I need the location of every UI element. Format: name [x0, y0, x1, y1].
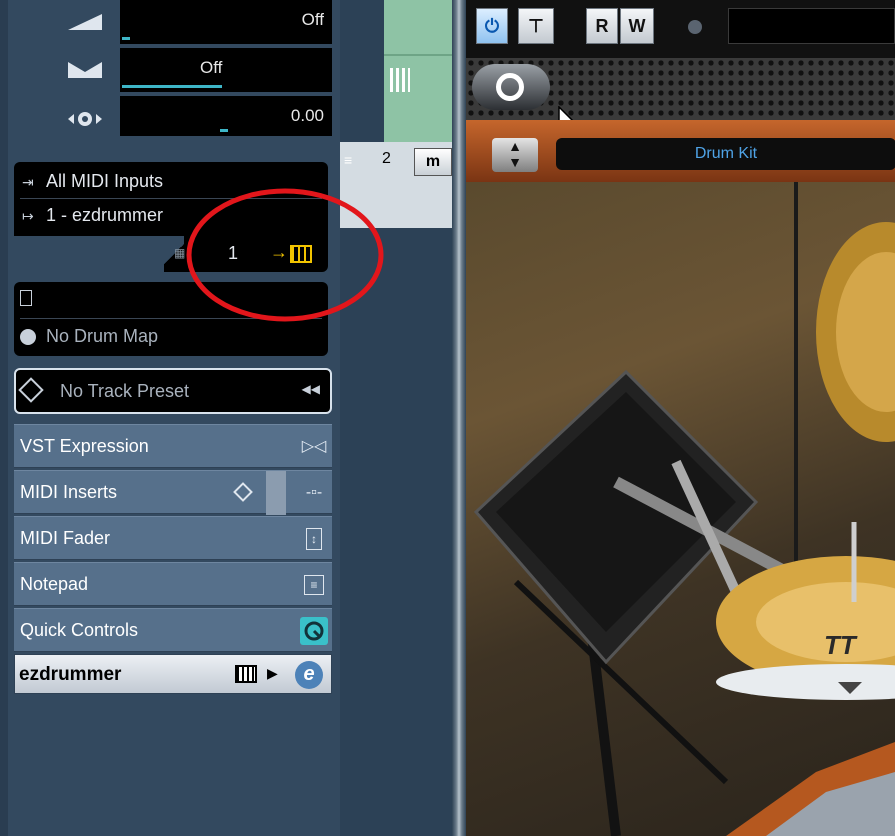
section-quick-controls[interactable]: Quick Controls	[14, 608, 332, 652]
bypass-icon[interactable]	[233, 482, 253, 502]
volume-icon	[68, 14, 102, 35]
section-midi-fader[interactable]: MIDI Fader ↕	[14, 516, 332, 560]
notepad-icon: ≡	[300, 571, 328, 599]
expand-arrow-icon[interactable]: ▶	[267, 665, 278, 682]
piano-roll-icon	[390, 68, 410, 92]
expression-icon: ▷◁	[301, 438, 327, 455]
volume-row: Off	[8, 0, 332, 46]
activity-led-icon	[688, 20, 702, 34]
section-vst-expression[interactable]: VST Expression ▷◁	[14, 424, 332, 468]
pan-slider[interactable]	[122, 85, 222, 88]
delay-slider[interactable]	[220, 129, 228, 132]
section-notepad[interactable]: Notepad ≡	[14, 562, 332, 606]
bypass-button[interactable]: ⊤	[518, 8, 554, 44]
section-label: VST Expression	[20, 436, 149, 456]
plugin-toolbar: ⏻ ⊤ R W	[466, 0, 895, 58]
inspector-edge	[0, 0, 8, 836]
channel-cutout	[14, 236, 164, 272]
section-label: Quick Controls	[20, 620, 139, 640]
volume-value: Off	[301, 10, 324, 29]
logo-ring	[496, 73, 524, 101]
instrument-row[interactable]: ezdrummer ▶ e	[14, 654, 332, 694]
track-1-divider	[384, 54, 452, 56]
mute-button[interactable]: m	[414, 148, 452, 176]
edit-instrument-icon[interactable]: e	[295, 661, 323, 689]
input-icon: ⇥	[22, 174, 34, 190]
inspector-panel: Off Off 0.00 ⇥ All MIDI Inputs ↦ 1 - ezd…	[0, 0, 340, 836]
highlight-circle	[186, 188, 384, 322]
plugin-window: ⏻ ⊤ R W ▲ ▼ Drum Kit TT	[466, 0, 895, 836]
fader-icon: ↕	[300, 525, 328, 553]
power-icon[interactable]: ⏻	[476, 8, 508, 44]
pan-field[interactable]: Off	[120, 48, 332, 92]
delay-row: 0.00	[8, 96, 332, 142]
volume-field[interactable]: Off	[120, 0, 332, 44]
quick-controls-icon	[300, 617, 328, 645]
volume-slider[interactable]	[122, 37, 130, 40]
logo-button[interactable]	[472, 64, 550, 110]
instrument-name: ezdrummer	[19, 664, 122, 685]
output-icon: ↦	[22, 208, 34, 224]
read-button[interactable]: R	[586, 8, 618, 44]
preset-rewind-icon[interactable]: ◀◀	[302, 382, 320, 396]
midi-output-select[interactable]: 1 - ezdrummer	[46, 205, 163, 226]
preset-display[interactable]	[728, 8, 895, 44]
section-label: Notepad	[20, 574, 89, 594]
drum-map-select[interactable]: No Drum Map	[46, 326, 158, 347]
track-list: ≡ 2 m	[340, 0, 452, 836]
preset-icon	[18, 377, 44, 403]
delay-icon	[68, 110, 102, 133]
write-button[interactable]: W	[620, 8, 654, 44]
keyboard-icon[interactable]	[235, 665, 257, 683]
insert-icon: -▫-	[305, 484, 323, 501]
pan-value: Off	[200, 58, 223, 77]
insert-bypass-strip[interactable]	[266, 471, 286, 515]
track-preset-field[interactable]: No Track Preset ◀◀	[14, 368, 332, 414]
tt-logo: TT	[824, 630, 856, 660]
section-label: MIDI Fader	[20, 528, 111, 548]
delay-field[interactable]: 0.00	[120, 96, 332, 136]
pattern-icon[interactable]	[20, 290, 32, 306]
splitter[interactable]	[452, 0, 466, 836]
pan-row: Off	[8, 48, 332, 94]
midi-input-select[interactable]: All MIDI Inputs	[46, 171, 163, 192]
kit-title[interactable]: Drum Kit	[556, 138, 895, 170]
kit-toggle-icon[interactable]: ▲ ▼	[492, 138, 538, 172]
pan-icon	[68, 62, 102, 83]
track-preset-label: No Track Preset	[60, 381, 190, 401]
drum-stage: TT	[466, 182, 895, 836]
section-midi-inserts[interactable]: MIDI Inserts -▫-	[14, 470, 332, 515]
delay-value: 0.00	[290, 106, 324, 125]
track-2-icon: ≡	[344, 152, 353, 168]
section-label: MIDI Inserts	[20, 482, 118, 502]
track-2-number: 2	[382, 150, 391, 167]
drum-map-icon	[20, 329, 36, 345]
